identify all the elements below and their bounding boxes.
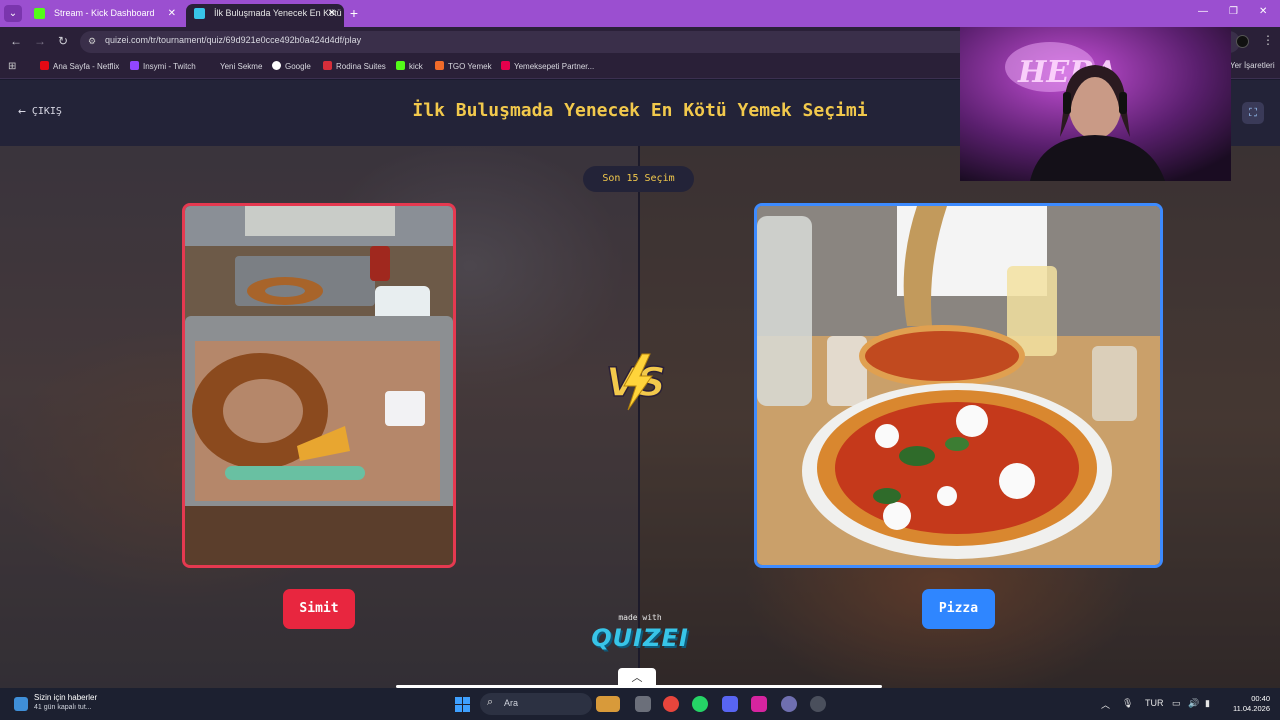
chevron-up-icon: ︿	[631, 672, 643, 684]
close-tab-icon[interactable]: ✕	[168, 4, 176, 23]
tab-title: İlk Buluşmada Yenecek En Kötü	[214, 8, 342, 18]
simit-photo	[185, 206, 453, 565]
bookmarks-folder[interactable]: Yer İşaretleri	[1230, 61, 1275, 70]
maximize-icon[interactable]: ❐	[1229, 6, 1238, 17]
whatsapp-icon[interactable]	[692, 696, 708, 712]
site-info-icon[interactable]: ⚙	[88, 36, 100, 48]
tray-chevron-icon[interactable]: ︿	[1101, 698, 1110, 711]
task-view-icon[interactable]	[635, 696, 651, 712]
kick-icon	[396, 61, 405, 70]
page-icon	[207, 61, 216, 70]
windows-taskbar: Sizin için haberler 41 gün kapalı tut...…	[0, 688, 1280, 720]
system-clock[interactable]: 00:40 11.04.2026	[1226, 694, 1270, 714]
tab-kick-dashboard[interactable]: Stream - Kick Dashboard ✕	[26, 4, 184, 27]
windows-start-icon[interactable]	[455, 697, 470, 712]
option-card-right[interactable]	[754, 203, 1163, 568]
battery-icon[interactable]: ▮	[1205, 698, 1210, 709]
fullscreen-button[interactable]: ⛶	[1242, 102, 1264, 124]
app-icon[interactable]	[781, 696, 797, 712]
bookmark-kick[interactable]: kick	[396, 61, 423, 71]
streamer-webcam: HERA	[960, 27, 1231, 181]
news-subtitle: 41 gün kapalı tut...	[34, 704, 92, 711]
clock-time: 00:40	[1251, 694, 1270, 703]
google-icon	[272, 61, 281, 70]
tab-search-menu-button[interactable]: ⌄	[4, 5, 22, 22]
bookmark-yemeksepeti[interactable]: Yemeksepeti Partner...	[501, 61, 594, 71]
bookmark-new-tab[interactable]: Yeni Sekme	[207, 61, 262, 71]
chrome-icon[interactable]	[663, 696, 679, 712]
taskbar-search[interactable]: ⌕ Ara	[480, 693, 620, 715]
bookmark-twitch[interactable]: Insymi - Twitch	[130, 61, 196, 71]
instagram-icon[interactable]	[751, 696, 767, 712]
tgo-icon	[435, 61, 444, 70]
bookmark-netflix[interactable]: Ana Sayfa - Netflix	[40, 61, 119, 71]
search-placeholder: Ara	[504, 698, 519, 708]
bookmark-tgo-yemek[interactable]: TGO Yemek	[435, 61, 492, 71]
tab-quizei[interactable]: İlk Buluşmada Yenecek En Kötü ✕	[186, 4, 344, 27]
volume-icon[interactable]: 🔊	[1188, 698, 1199, 709]
obs-icon[interactable]	[810, 696, 826, 712]
close-window-icon[interactable]: ✕	[1259, 6, 1267, 17]
round-badge: Son 15 Seçim	[583, 166, 694, 192]
clock-date: 11.04.2026	[1233, 704, 1270, 713]
weather-news-icon	[14, 697, 28, 711]
bookmark-rodina[interactable]: Rodina Suites	[323, 61, 386, 71]
menu-kebab-icon[interactable]: ⋮	[1262, 33, 1274, 47]
option-card-left[interactable]	[182, 203, 456, 568]
network-icon[interactable]: ▭	[1172, 698, 1181, 709]
netflix-icon	[40, 61, 49, 70]
versus-icon: VS	[605, 353, 667, 411]
rodina-icon	[323, 61, 332, 70]
webcam-overlay: HERA	[960, 27, 1231, 181]
back-arrow-icon[interactable]: ←	[10, 34, 22, 48]
close-tab-icon[interactable]: ✕	[328, 4, 336, 23]
language-indicator[interactable]: TUR	[1145, 698, 1164, 708]
kick-icon	[34, 8, 45, 19]
new-tab-button[interactable]: +	[347, 5, 361, 21]
made-with-label: made with	[618, 613, 662, 622]
fullscreen-icon: ⛶	[1249, 107, 1257, 119]
profile-avatar[interactable]	[1236, 35, 1249, 48]
bookmark-google[interactable]: Google	[272, 61, 311, 71]
minimize-icon[interactable]: —	[1198, 6, 1208, 17]
forward-arrow-icon[interactable]: →	[34, 34, 46, 48]
url-text: quizei.com/tr/tournament/quiz/69d921e0cc…	[105, 35, 362, 45]
quizei-icon	[194, 8, 205, 19]
twitch-icon	[130, 61, 139, 70]
choose-pizza-button[interactable]: Pizza	[922, 589, 995, 629]
discord-icon[interactable]	[722, 696, 738, 712]
pizza-photo	[757, 206, 1160, 565]
search-icon: ⌕	[487, 696, 494, 708]
reload-icon[interactable]: ↻	[58, 34, 68, 48]
tab-title: Stream - Kick Dashboard	[54, 8, 155, 18]
browser-tab-bar: ⌄ Stream - Kick Dashboard ✕ İlk Buluşmad…	[0, 0, 1280, 27]
quizei-logo[interactable]: QUIZEI	[590, 624, 690, 652]
microphone-icon[interactable]: 🎙	[1122, 698, 1133, 709]
yemeksepeti-icon	[501, 61, 510, 70]
search-highlight-icon	[596, 696, 620, 712]
apps-grid-icon[interactable]: ⊞	[8, 61, 16, 72]
center-divider	[638, 146, 640, 688]
choose-simit-button[interactable]: Simit	[283, 589, 355, 629]
news-title: Sizin için haberler	[34, 693, 98, 702]
